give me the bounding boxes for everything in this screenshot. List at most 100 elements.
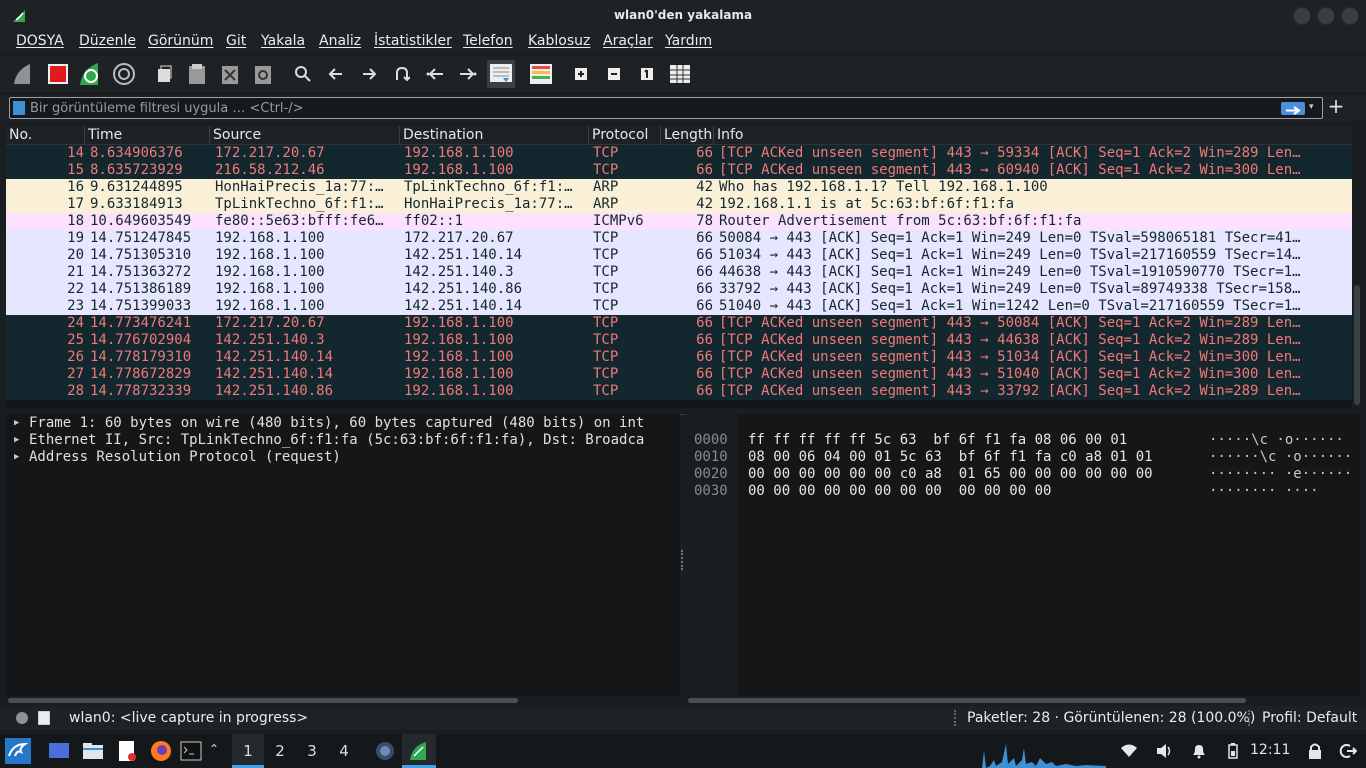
notification-bell-icon[interactable] bbox=[1190, 742, 1208, 760]
apply-filter-icon[interactable] bbox=[1281, 102, 1305, 115]
menu-view[interactable]: Görünüm bbox=[148, 33, 213, 49]
open-file-icon[interactable] bbox=[150, 60, 178, 88]
chevron-down-icon[interactable]: ▾ bbox=[1309, 102, 1319, 114]
display-filter-input[interactable] bbox=[30, 99, 1270, 117]
column-no[interactable]: No. bbox=[9, 127, 32, 143]
file-manager-icon[interactable] bbox=[82, 740, 104, 762]
volume-icon[interactable] bbox=[1155, 742, 1173, 760]
column-protocol[interactable]: Protocol bbox=[592, 127, 648, 143]
bytes-line[interactable]: 0000 ff ff ff ff ff 5c 63 bf 6f f1 fa 08 … bbox=[686, 415, 1344, 448]
minimize-button[interactable] bbox=[1293, 7, 1311, 25]
chevron-up-icon[interactable]: ⌃ bbox=[204, 742, 224, 756]
menu-help[interactable]: Yardım bbox=[665, 33, 712, 49]
workspace-2[interactable]: 2 bbox=[270, 742, 290, 760]
packet-list-scrollbar[interactable] bbox=[1352, 145, 1362, 408]
expand-arrow-icon[interactable]: ▶ bbox=[14, 449, 19, 466]
menu-edit[interactable]: Düzenle bbox=[79, 33, 136, 49]
bytes-line[interactable]: 0010 08 00 06 04 00 01 5c 63 bf 6f f1 fa … bbox=[686, 432, 1352, 465]
save-file-icon[interactable] bbox=[183, 60, 211, 88]
autoscroll-icon[interactable] bbox=[487, 60, 515, 88]
column-length[interactable]: Length bbox=[664, 127, 712, 143]
normal-size-icon[interactable] bbox=[633, 60, 661, 88]
packet-row[interactable]: 20 14.751305310 192.168.1.100 142.251.140.1… bbox=[6, 247, 1352, 264]
column-time[interactable]: Time bbox=[88, 127, 122, 143]
column-source[interactable]: Source bbox=[213, 127, 261, 143]
bookmark-icon[interactable] bbox=[13, 101, 25, 115]
close-button[interactable] bbox=[1341, 7, 1359, 25]
workspace-1[interactable]: 1 bbox=[238, 742, 258, 760]
add-filter-button[interactable]: + bbox=[1326, 95, 1346, 119]
last-packet-icon[interactable] bbox=[454, 60, 482, 88]
expert-info-icon[interactable] bbox=[16, 712, 28, 724]
lock-icon[interactable] bbox=[1306, 742, 1324, 760]
scrollbar-thumb[interactable] bbox=[1354, 285, 1360, 405]
window-app-icon[interactable] bbox=[374, 740, 396, 762]
packet-row[interactable]: 16 9.631244895 HonHaiPrecis_1a:77:… TpLinkT… bbox=[6, 179, 1352, 196]
maximize-button[interactable] bbox=[1317, 7, 1335, 25]
bytes-line[interactable]: 0020 00 00 00 00 00 00 c0 a8 01 65 00 00 … bbox=[686, 449, 1352, 482]
packet-row[interactable]: 14 8.634906376 172.217.20.67 192.168.1.100 T… bbox=[6, 145, 1352, 162]
stop-capture-icon[interactable] bbox=[44, 60, 72, 88]
reload-file-icon[interactable] bbox=[249, 60, 277, 88]
packet-row[interactable]: 24 14.773476241 172.217.20.67 192.168.1.100… bbox=[6, 315, 1352, 332]
menu-telephony[interactable]: Telefon bbox=[463, 33, 513, 49]
go-back-icon[interactable] bbox=[322, 60, 350, 88]
wifi-icon[interactable] bbox=[1120, 742, 1138, 760]
find-packet-icon[interactable] bbox=[289, 60, 317, 88]
menu-file[interactable]: DOSYA bbox=[16, 33, 64, 49]
packet-row[interactable]: 19 14.751247845 192.168.1.100 172.217.20.67… bbox=[6, 230, 1352, 247]
go-forward-icon[interactable] bbox=[355, 60, 383, 88]
packet-row[interactable]: 21 14.751363272 192.168.1.100 142.251.140.3… bbox=[6, 264, 1352, 281]
menu-wireless[interactable]: Kablosuz bbox=[528, 33, 590, 49]
resize-columns-icon[interactable] bbox=[666, 60, 694, 88]
scrollbar-thumb[interactable] bbox=[8, 698, 518, 703]
packet-row[interactable]: 25 14.776702904 142.251.140.3 192.168.1.100… bbox=[6, 332, 1352, 349]
clock[interactable]: 12:11 bbox=[1250, 742, 1290, 758]
logout-icon[interactable] bbox=[1339, 742, 1357, 760]
packet-row[interactable]: 22 14.751386189 192.168.1.100 142.251.140.8… bbox=[6, 281, 1352, 298]
packet-row[interactable]: 18 10.649603549 fe80::5e63:bfff:fe6… ff02::… bbox=[6, 213, 1352, 230]
bytes-scrollbar[interactable] bbox=[686, 696, 1360, 704]
terminal-icon[interactable] bbox=[180, 740, 202, 762]
go-to-packet-icon[interactable] bbox=[388, 60, 416, 88]
workspace-3[interactable]: 3 bbox=[302, 742, 322, 760]
expand-arrow-icon[interactable]: ▶ bbox=[14, 415, 19, 432]
capture-comment-icon[interactable] bbox=[38, 711, 50, 725]
colorize-icon[interactable] bbox=[527, 60, 555, 88]
packet-row[interactable]: 28 14.778732339 142.251.140.86 192.168.1.10… bbox=[6, 383, 1352, 400]
battery-icon[interactable] bbox=[1224, 742, 1242, 760]
cell-proto: TCP bbox=[593, 383, 619, 399]
expand-arrow-icon[interactable]: ▶ bbox=[14, 432, 19, 449]
zoom-out-icon[interactable] bbox=[600, 60, 628, 88]
workspace-4[interactable]: 4 bbox=[334, 742, 354, 760]
details-scrollbar[interactable] bbox=[6, 696, 680, 704]
pane-splitter-vertical[interactable] bbox=[681, 550, 685, 570]
show-desktop-icon[interactable] bbox=[48, 740, 70, 762]
first-packet-icon[interactable] bbox=[421, 60, 449, 88]
packet-row[interactable]: 27 14.778672829 142.251.140.14 192.168.1.10… bbox=[6, 366, 1352, 383]
packet-row[interactable]: 17 9.633184913 TpLinkTechno_6f:f1:… HonHaiP… bbox=[6, 196, 1352, 213]
capture-options-icon[interactable] bbox=[110, 60, 138, 88]
packet-row[interactable]: 23 14.751399033 192.168.1.100 142.251.140.1… bbox=[6, 298, 1352, 315]
zoom-in-icon[interactable] bbox=[567, 60, 595, 88]
bytes-line[interactable]: 0030 00 00 00 00 00 00 00 00 00 00 00 00 ·… bbox=[686, 466, 1319, 499]
restart-capture-icon[interactable] bbox=[77, 60, 105, 88]
close-file-icon[interactable] bbox=[216, 60, 244, 88]
start-capture-icon[interactable] bbox=[11, 60, 39, 88]
menu-tools[interactable]: Araçlar bbox=[603, 33, 653, 49]
menu-go[interactable]: Git bbox=[226, 33, 246, 49]
packet-row[interactable]: 15 8.635723929 216.58.212.46 192.168.1.100 T… bbox=[6, 162, 1352, 179]
cell-dst: 192.168.1.100 bbox=[404, 162, 514, 178]
menu-analyze[interactable]: Analiz bbox=[319, 33, 361, 49]
kali-menu-icon[interactable] bbox=[5, 738, 31, 764]
packet-row[interactable]: 26 14.778179310 142.251.140.14 192.168.1.10… bbox=[6, 349, 1352, 366]
profile-status[interactable]: Profil: Default bbox=[1262, 710, 1357, 726]
wireshark-task-icon[interactable] bbox=[408, 740, 430, 762]
menu-capture[interactable]: Yakala bbox=[261, 33, 305, 49]
firefox-icon[interactable] bbox=[150, 740, 172, 762]
column-destination[interactable]: Destination bbox=[403, 127, 483, 143]
menu-statistics[interactable]: İstatistikler bbox=[374, 33, 452, 49]
column-info[interactable]: Info bbox=[717, 127, 744, 143]
scrollbar-thumb[interactable] bbox=[688, 698, 1246, 703]
text-editor-icon[interactable] bbox=[116, 740, 138, 762]
